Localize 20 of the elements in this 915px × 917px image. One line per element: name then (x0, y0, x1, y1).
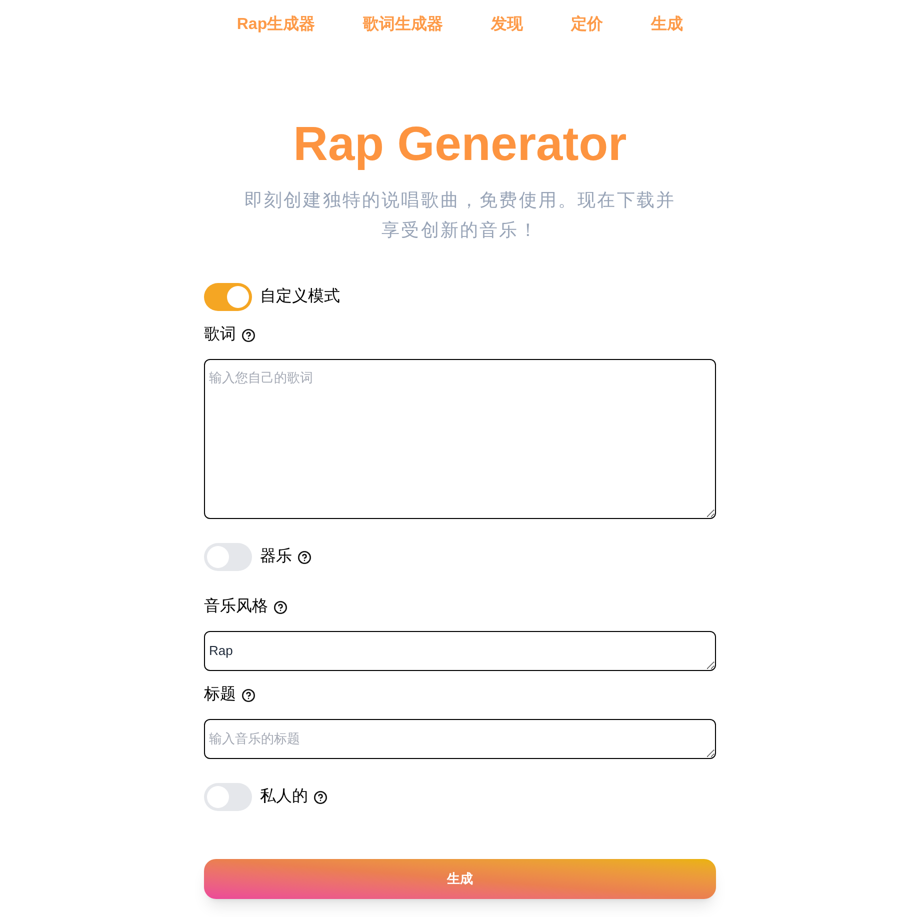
toggle-label: 器乐 (260, 546, 292, 567)
toggle-switch[interactable] (204, 543, 252, 571)
page-subtitle: 即刻创建独特的说唱歌曲，免费使用。现在下载并享受创新的音乐！ (243, 189, 677, 242)
toggle-switch[interactable] (204, 783, 252, 811)
toggle-label: 自定义模式 (260, 286, 340, 307)
generate-button[interactable]: 生成 (204, 859, 716, 899)
input-field[interactable]: Rap (204, 631, 716, 671)
nav-link[interactable]: 歌词生成器 (363, 13, 444, 37)
nav-link[interactable]: Rap生成器 (236, 13, 316, 37)
page-title: Rap Generator (293, 117, 627, 173)
nav-link[interactable]: 生成 (651, 13, 684, 37)
input-field[interactable]: 输入音乐的标题 (204, 719, 716, 759)
nav-link[interactable]: 定价 (571, 13, 604, 37)
toggle-switch[interactable] (204, 283, 252, 311)
field-label: 音乐风格 (204, 596, 268, 617)
field-label: 标题 (204, 685, 236, 705)
text-area[interactable]: 输入您自己的歌词 (204, 359, 716, 519)
nav-link[interactable]: 发现 (491, 13, 524, 37)
field-label: 歌词 (204, 325, 236, 345)
toggle-label: 私人的 (260, 787, 308, 807)
